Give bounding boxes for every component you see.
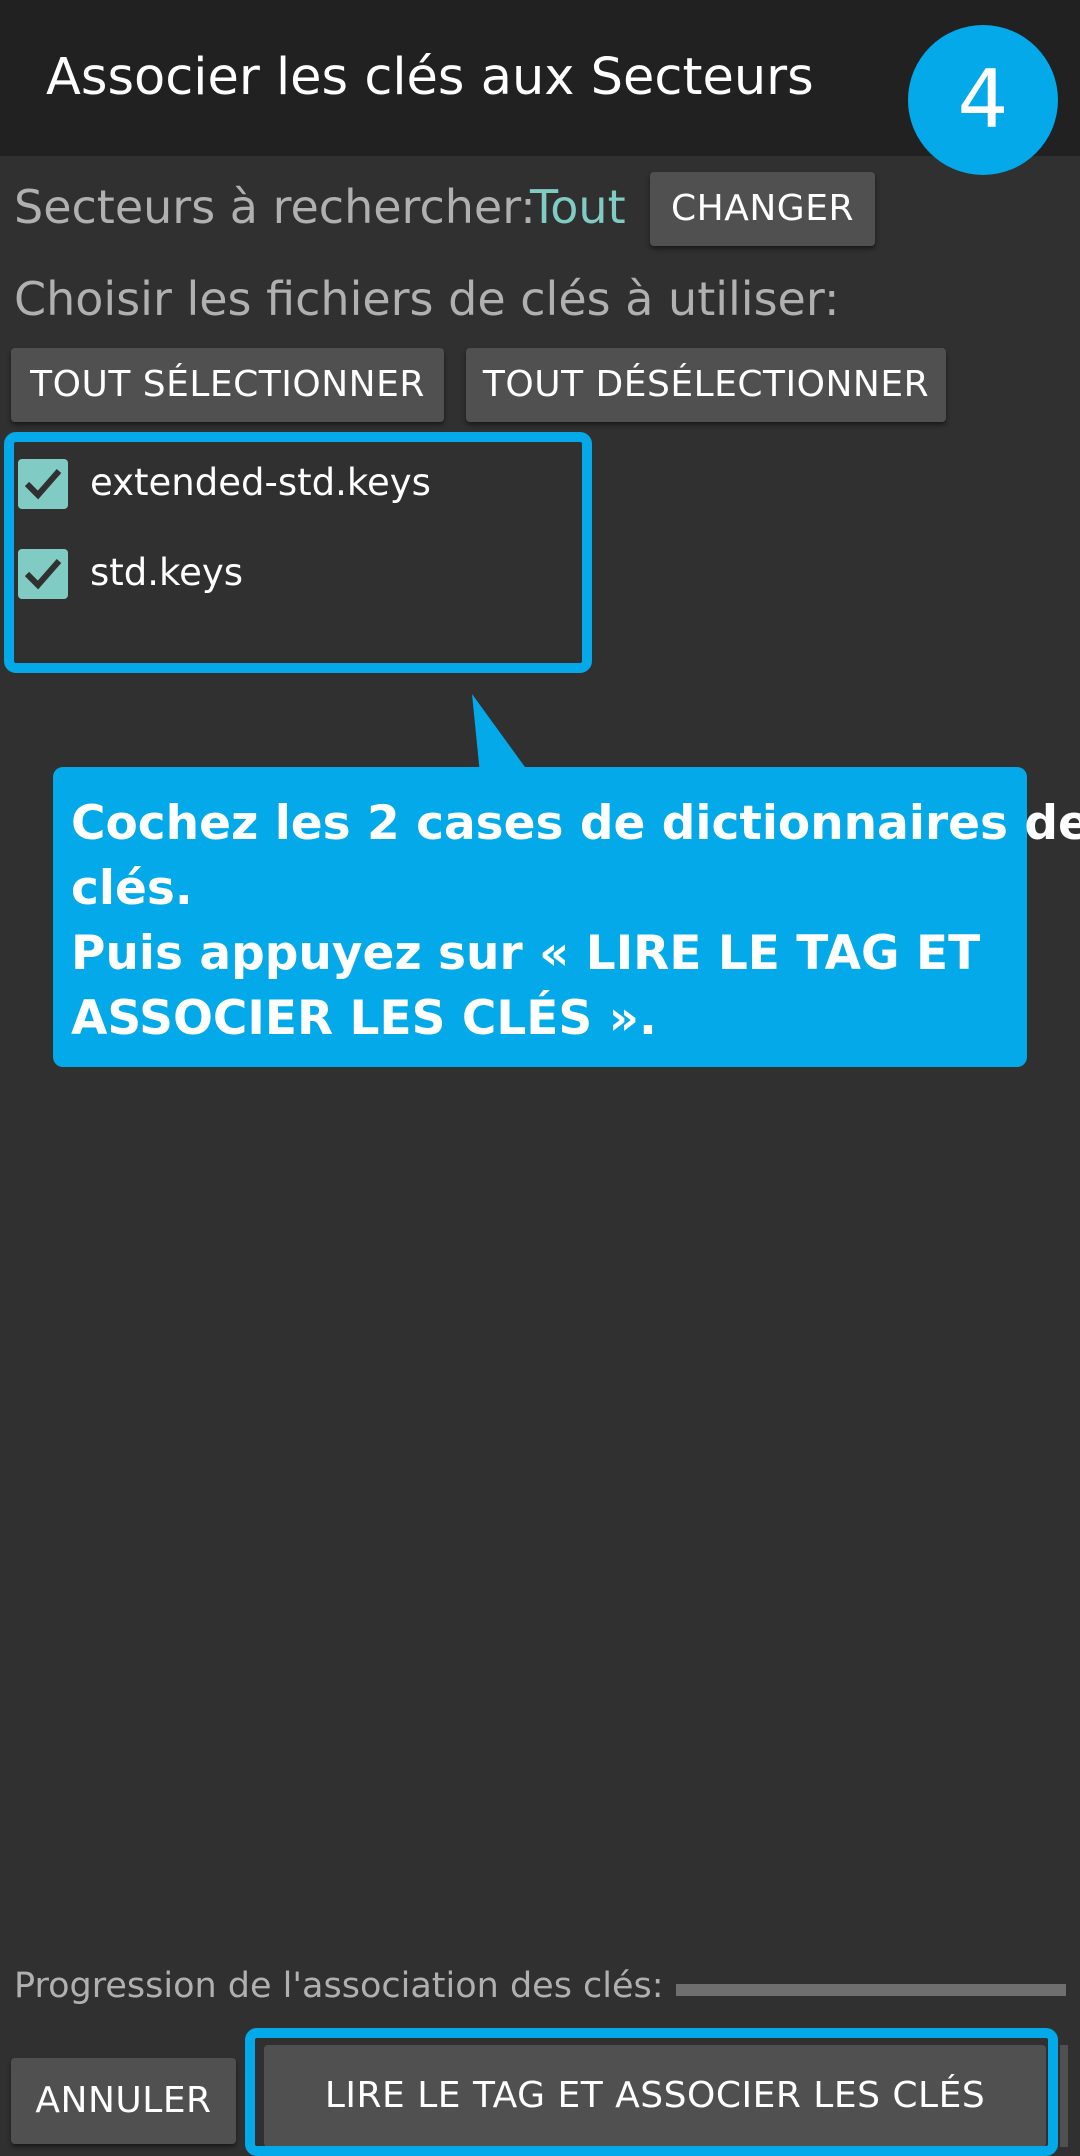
callout-pointer — [472, 694, 530, 774]
checkbox-checked-icon[interactable] — [18, 459, 68, 509]
progress-label: Progression de l'association des clés: — [14, 1966, 664, 2006]
step-number-badge: 4 — [908, 25, 1058, 175]
key-file-label: extended-std.keys — [90, 461, 431, 504]
sectors-value: Tout — [530, 180, 626, 234]
choose-key-files-label: Choisir les fichiers de clés à utiliser: — [14, 272, 840, 326]
cancel-button[interactable]: ANNULER — [11, 2058, 236, 2144]
callout-line: Cochez les 2 cases de dictionnaires de — [71, 796, 1080, 851]
read-button-edge — [1060, 2045, 1068, 2147]
callout-line: clés. — [71, 861, 193, 916]
change-sectors-button[interactable]: CHANGER — [650, 172, 875, 246]
progress-bar — [676, 1984, 1066, 1996]
map-keys-dialog: Associer les clés aux Secteurs 4 Secteur… — [0, 0, 1080, 2156]
checkbox-checked-icon[interactable] — [18, 549, 68, 599]
deselect-all-button[interactable]: TOUT DÉSÉLECTIONNER — [466, 348, 946, 422]
select-all-button[interactable]: TOUT SÉLECTIONNER — [11, 348, 444, 422]
instruction-callout: Cochez les 2 cases de dictionnaires de c… — [53, 767, 1080, 1067]
dialog-title: Associer les clés aux Secteurs — [46, 48, 814, 107]
read-button-highlight-frame — [245, 2028, 1058, 2156]
callout-line: Puis appuyez sur « LIRE LE TAG ET — [71, 926, 981, 981]
callout-line: ASSOCIER LES CLÉS ». — [71, 991, 657, 1046]
sectors-label: Secteurs à rechercher: — [14, 180, 536, 234]
key-file-label: std.keys — [90, 551, 244, 594]
